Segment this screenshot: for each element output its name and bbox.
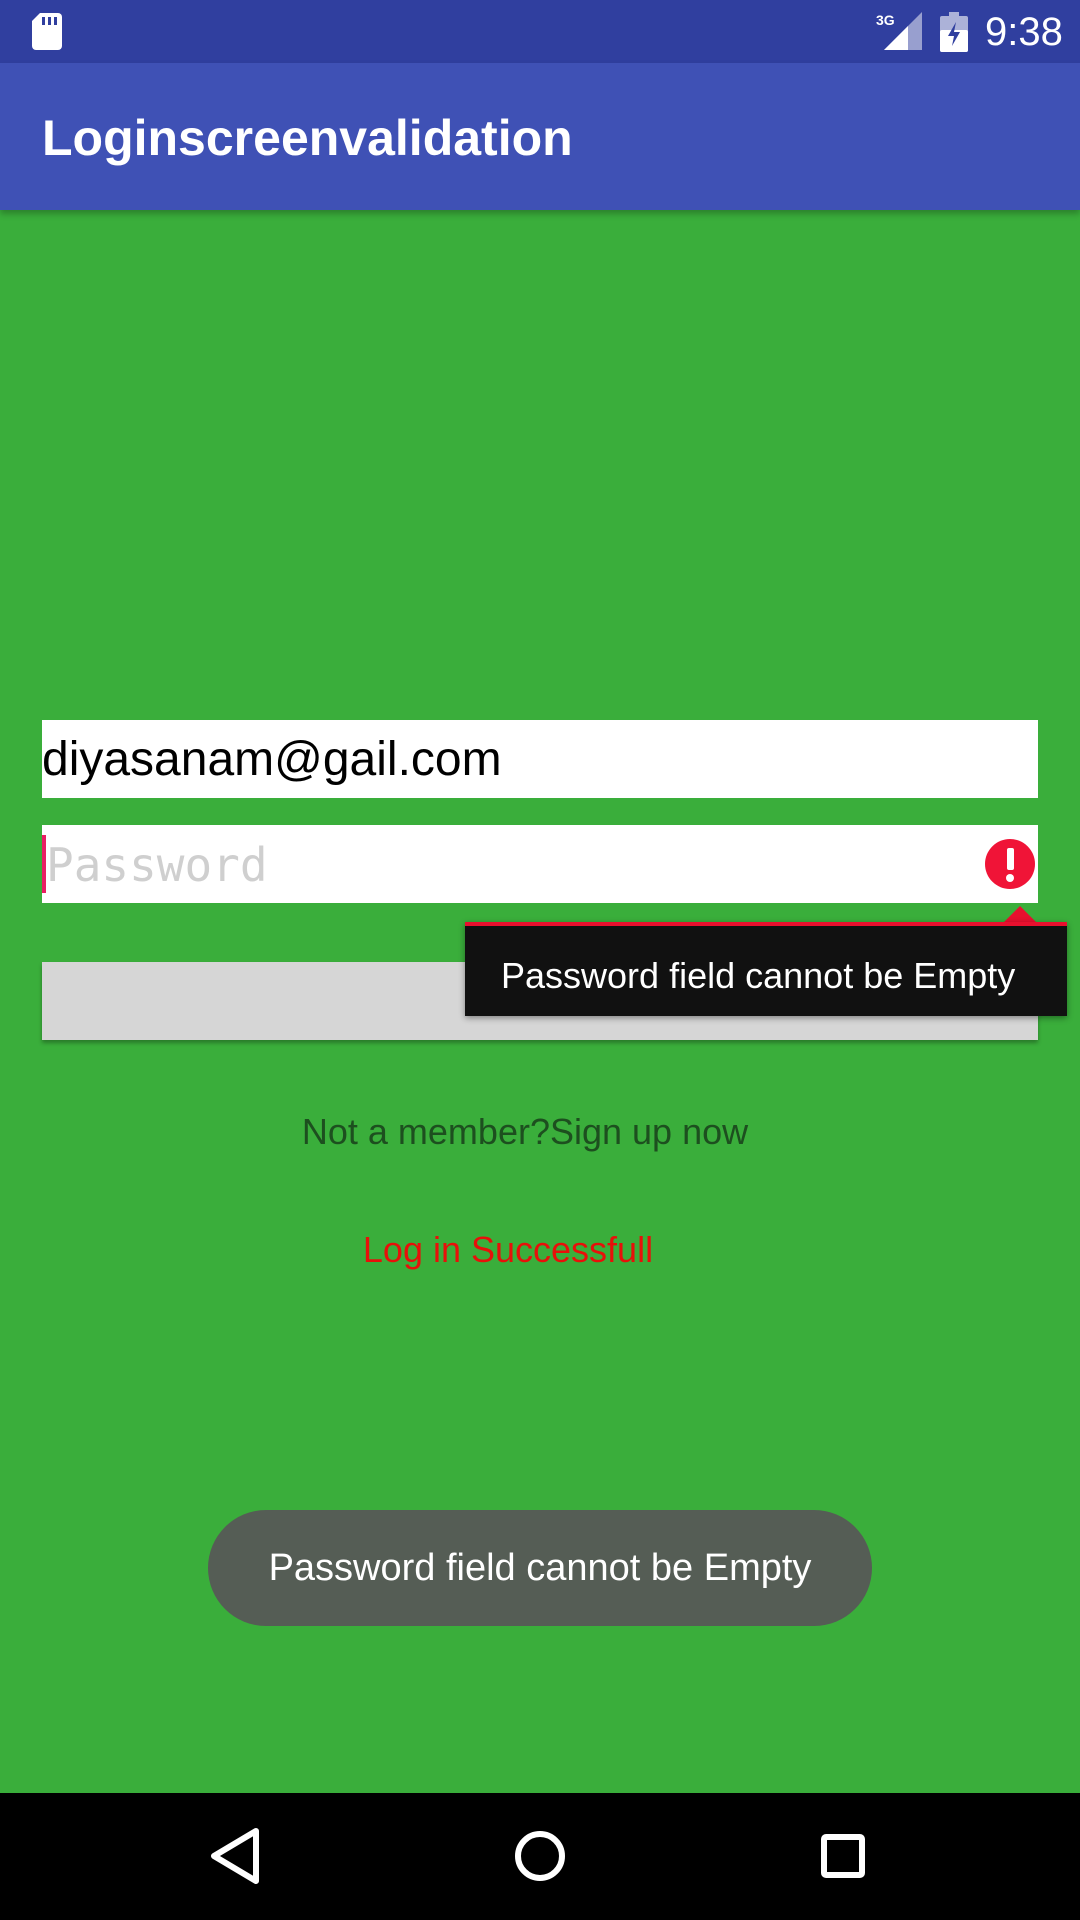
error-popup-arrow [1004,906,1036,922]
sd-card-icon [32,13,62,50]
recents-icon[interactable] [808,1821,878,1891]
signup-link[interactable]: Not a member?Sign up now [0,1110,1050,1154]
login-status-message: Log in Successfull [362,1229,654,1270]
app-bar: Loginscreenvalidation [0,63,1080,210]
password-field[interactable]: Password [42,825,1038,903]
nav-bar [0,1793,1080,1920]
signal-icon: 3G [876,12,922,50]
status-time: 9:38 [985,10,1063,54]
email-input-value: diyasanam@gail.com [42,733,502,786]
email-field[interactable]: diyasanam@gail.com [42,720,1038,798]
error-popup-text: Password field cannot be Empty [501,955,1016,996]
back-icon[interactable] [200,1821,270,1891]
app-title: Loginscreenvalidation [42,110,573,166]
battery-icon [940,12,968,52]
toast-text: Password field cannot be Empty [268,1547,812,1589]
toast: Password field cannot be Empty [208,1510,872,1626]
status-bar: 3G 9:38 [0,0,1080,63]
home-icon[interactable] [505,1821,575,1891]
error-popup: Password field cannot be Empty [465,922,1067,1016]
network-type-label: 3G [876,12,895,28]
password-placeholder: Password [46,838,268,892]
error-icon[interactable] [985,839,1035,889]
